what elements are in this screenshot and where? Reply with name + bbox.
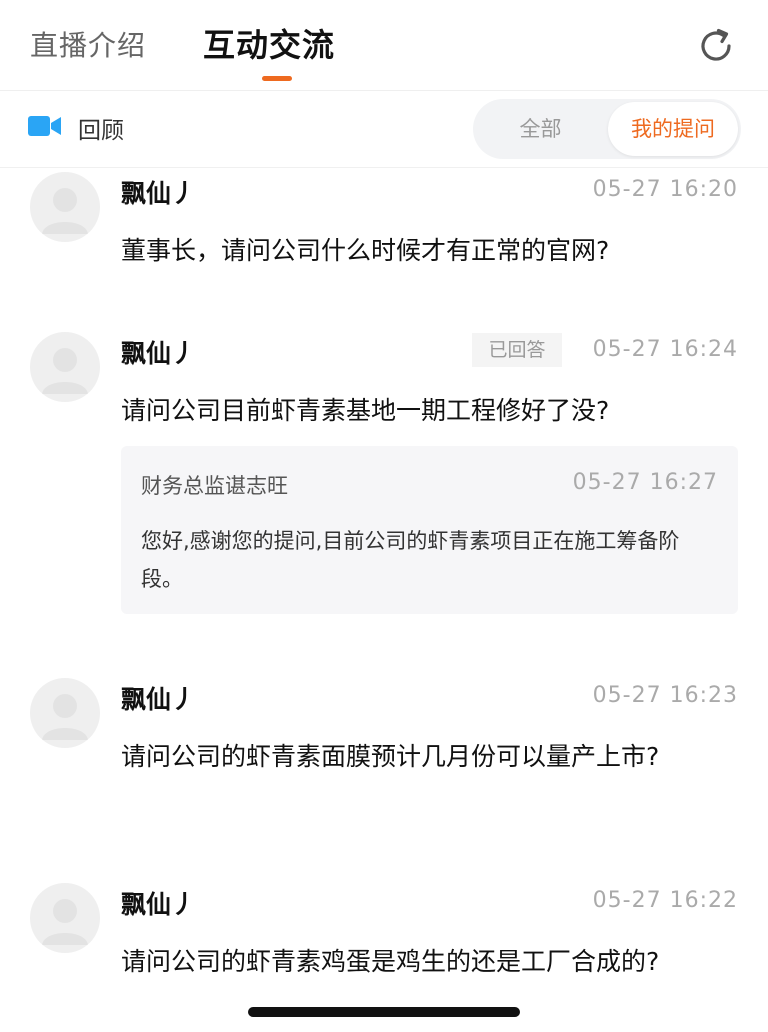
question-filter-toggle: 全部 我的提问 — [473, 99, 741, 159]
filter-my-questions-button[interactable]: 我的提问 — [608, 102, 738, 156]
username: 飘仙丿 — [121, 339, 197, 368]
default-avatar-icon — [42, 188, 88, 234]
video-camera-icon — [28, 115, 62, 137]
question-time: 05-27 16:23 — [592, 683, 738, 708]
tab-live-intro[interactable]: 直播介绍 — [30, 24, 146, 64]
question-feed[interactable]: 飘仙丿 05-27 16:20 董事长，请问公司什么时候才有正常的官网? 飘仙丿… — [0, 168, 768, 1032]
question-time: 05-27 16:20 — [592, 177, 738, 202]
avatar[interactable] — [30, 678, 100, 748]
avatar[interactable] — [30, 883, 100, 953]
reply-text: 您好,感谢您的提问,目前公司的虾青素项目正在施工筹备阶段。 — [141, 529, 680, 591]
question-time: 05-27 16:24 — [592, 337, 738, 362]
reply-box: 财务总监谌志旺 05-27 16:27 您好,感谢您的提问,目前公司的虾青素项目… — [121, 446, 738, 614]
question-text: 董事长，请问公司什么时候才有正常的官网? — [121, 236, 610, 265]
top-tab-bar: 直播介绍 互动交流 — [0, 0, 768, 90]
review-link[interactable]: 回顾 — [78, 111, 124, 145]
answered-badge: 已回答 — [472, 333, 562, 367]
question-text: 请问公司的虾青素鸡蛋是鸡生的还是工厂合成的? — [121, 947, 660, 976]
question-item: 飘仙丿 已回答 05-27 16:24 请问公司目前虾青素基地一期工程修好了没?… — [0, 328, 768, 628]
filter-all-button[interactable]: 全部 — [473, 99, 608, 159]
default-avatar-icon — [42, 694, 88, 740]
refresh-icon[interactable] — [696, 26, 736, 66]
question-text: 请问公司的虾青素面膜预计几月份可以量产上市? — [121, 742, 660, 771]
username: 飘仙丿 — [121, 685, 197, 714]
tab-interaction[interactable]: 互动交流 — [203, 20, 335, 66]
avatar[interactable] — [30, 172, 100, 242]
question-item: 飘仙丿 05-27 16:20 董事长，请问公司什么时候才有正常的官网? — [0, 168, 768, 298]
question-time: 05-27 16:22 — [592, 888, 738, 913]
reply-time: 05-27 16:27 — [572, 470, 718, 495]
username: 飘仙丿 — [121, 179, 197, 208]
question-item: 飘仙丿 05-27 16:23 请问公司的虾青素面膜预计几月份可以量产上市? — [0, 674, 768, 844]
avatar[interactable] — [30, 332, 100, 402]
username: 飘仙丿 — [121, 890, 197, 919]
active-tab-indicator — [262, 76, 292, 81]
question-text: 请问公司目前虾青素基地一期工程修好了没? — [121, 396, 610, 425]
default-avatar-icon — [42, 348, 88, 394]
sub-toolbar: 回顾 全部 我的提问 — [0, 91, 768, 167]
default-avatar-icon — [42, 899, 88, 945]
reply-author: 财务总监谌志旺 — [141, 474, 288, 498]
home-indicator[interactable] — [248, 1007, 520, 1017]
